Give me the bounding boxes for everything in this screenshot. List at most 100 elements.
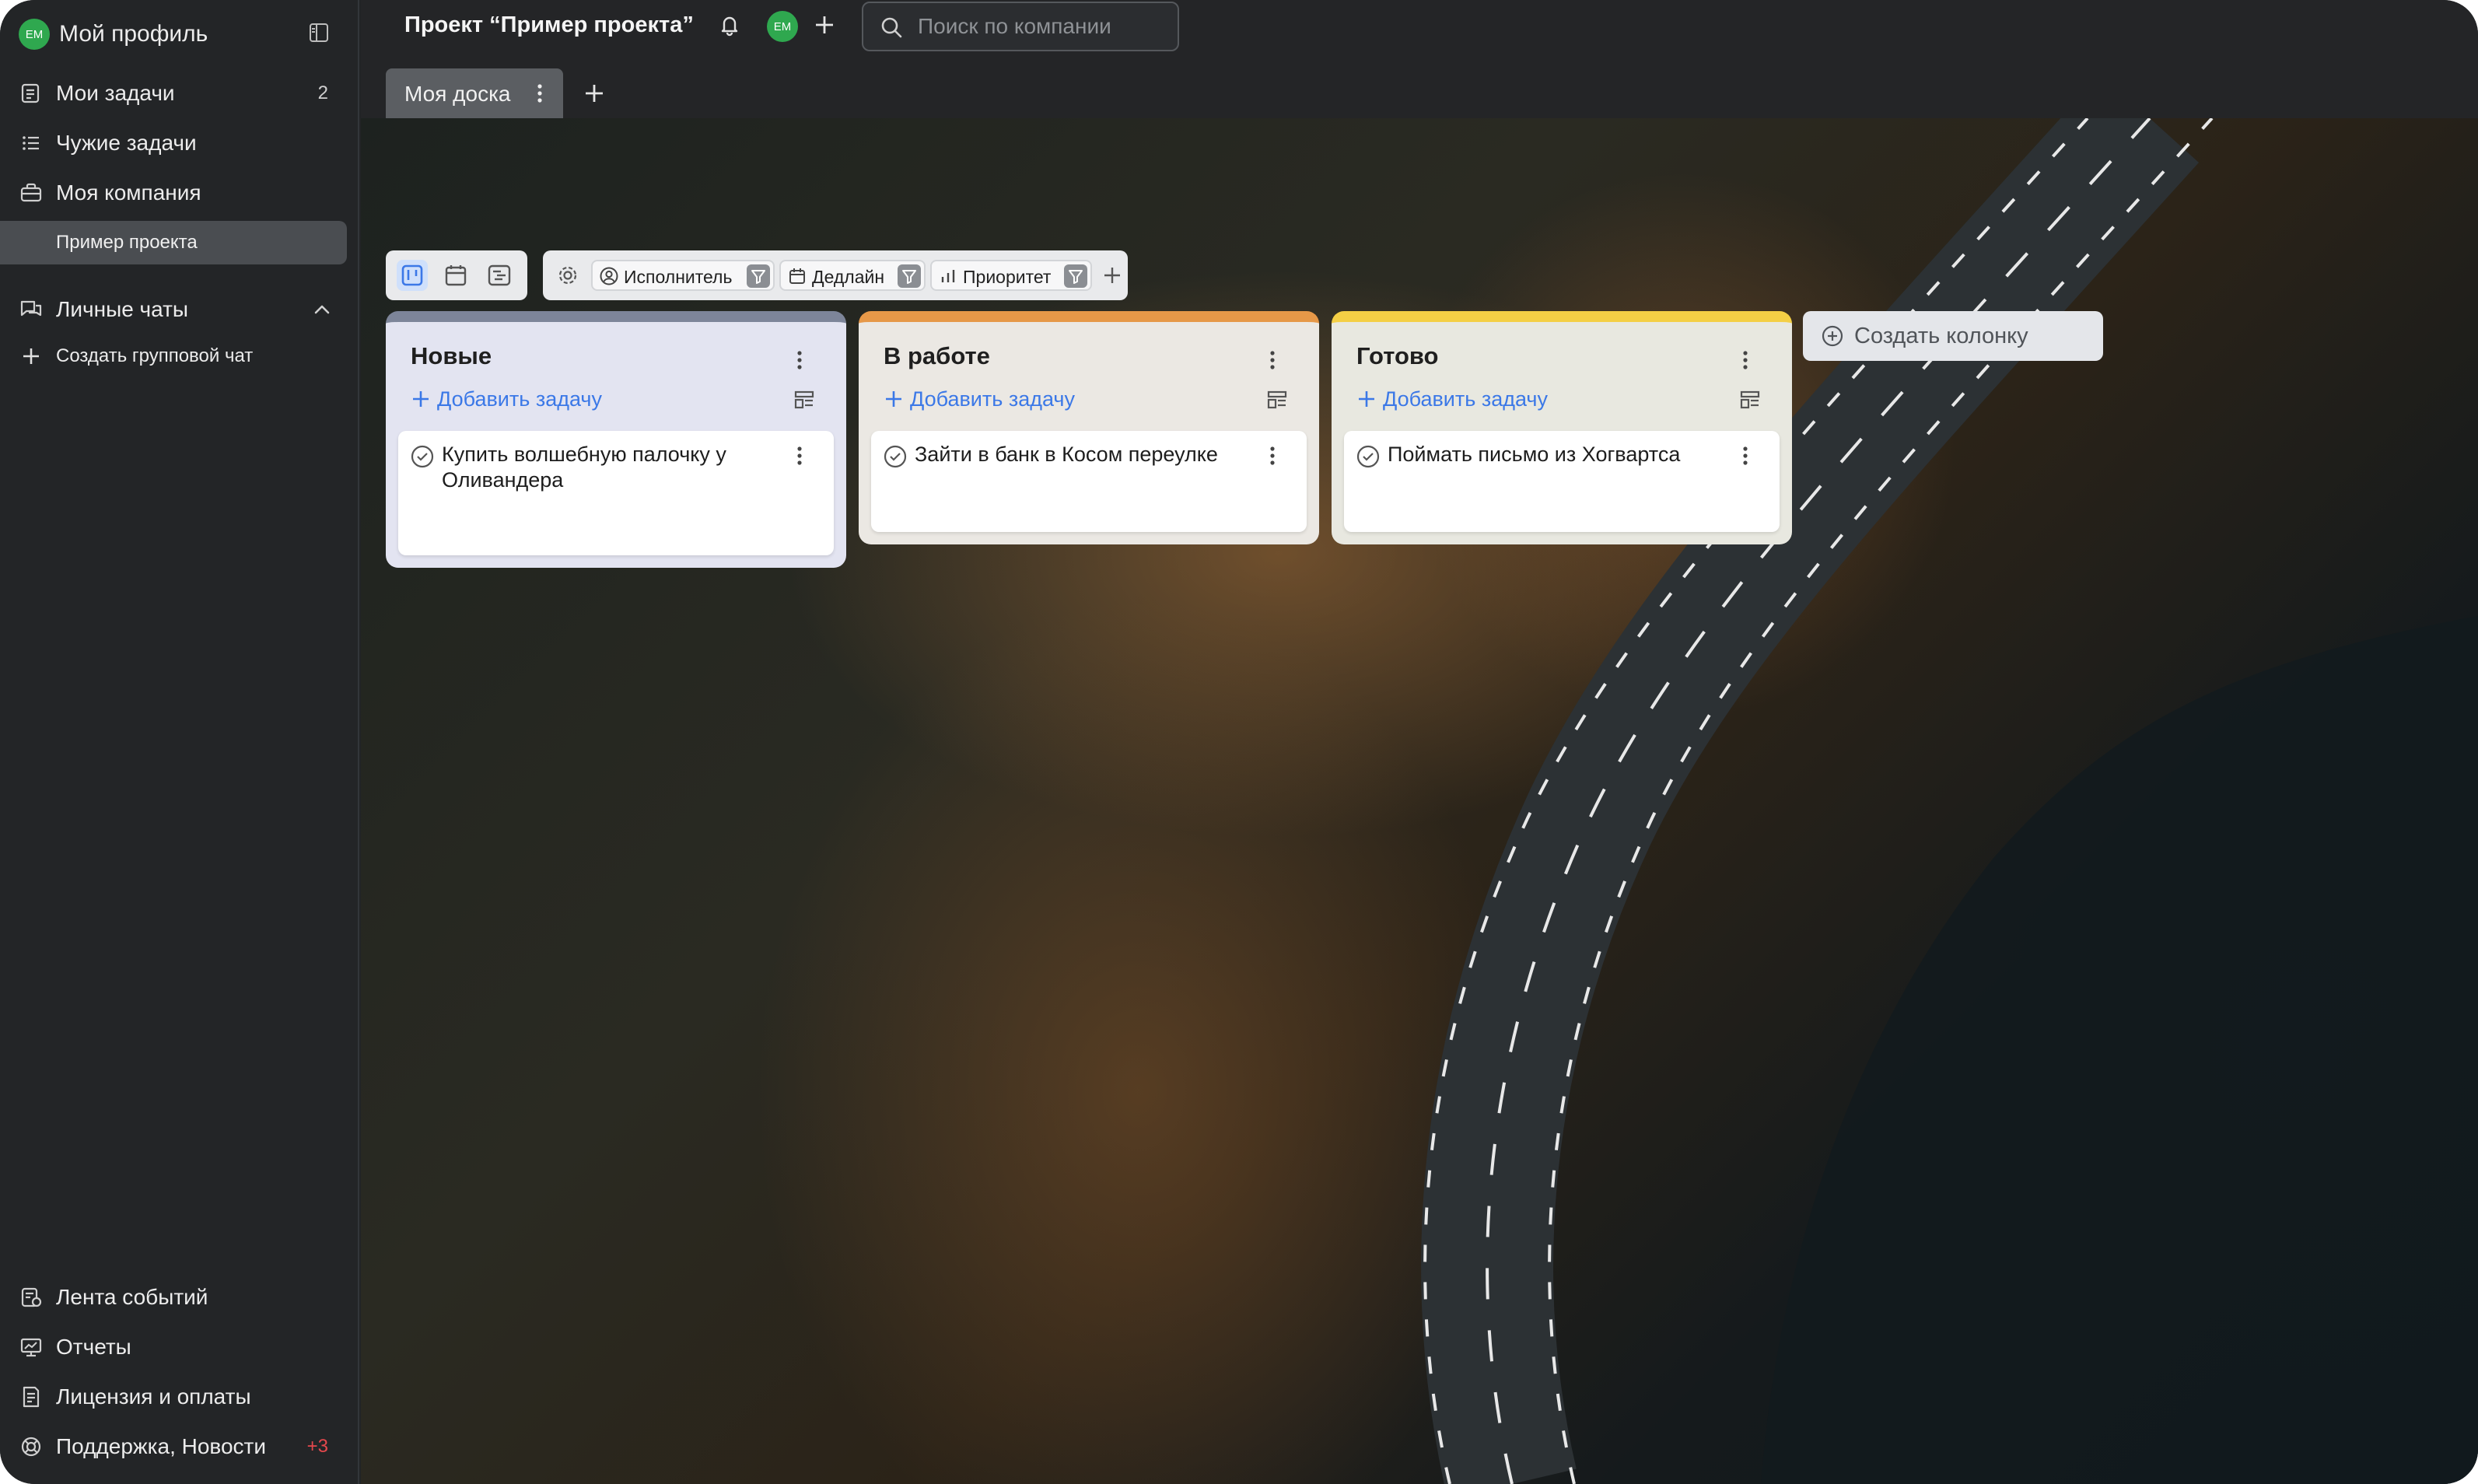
search-box[interactable]: [862, 2, 1179, 51]
chats-icon: [20, 300, 42, 317]
template-icon[interactable]: [793, 389, 815, 411]
page-title: Проект “Пример проекта”: [404, 12, 694, 37]
card-menu-icon[interactable]: [1266, 443, 1279, 468]
plus-icon: [413, 391, 429, 407]
support-icon: [21, 1437, 41, 1457]
board-canvas: Исполнитель Дедлайн Приоритет Новые Доба…: [361, 118, 2478, 1484]
column-new: Новые Добавить задачу Купить волшебную п…: [386, 311, 846, 568]
calendar-icon: [789, 268, 805, 284]
reports-icon: [20, 1338, 42, 1357]
sidebar-item-license[interactable]: Лицензия и оплаты: [0, 1372, 359, 1422]
add-task-button[interactable]: Добавить задачу: [910, 387, 1075, 411]
add-filter-icon[interactable]: [1100, 263, 1125, 288]
chevron-up-icon[interactable]: [310, 297, 334, 322]
list-icon: [23, 136, 39, 150]
avatar: EM: [19, 19, 50, 50]
kanban-icon: [401, 264, 423, 286]
column-menu-icon[interactable]: [1266, 347, 1279, 373]
filter-deadline[interactable]: Дедлайн: [779, 260, 926, 291]
add-task-button[interactable]: Добавить задачу: [437, 387, 602, 411]
template-icon[interactable]: [1266, 389, 1288, 411]
calendar-view-button[interactable]: [440, 260, 471, 291]
task-count-badge: 2: [317, 82, 328, 103]
sidebar-item-label: Поддержка, Новости: [56, 1434, 267, 1458]
member-avatar[interactable]: EM: [767, 11, 798, 42]
main-area: Проект “Пример проекта” EM Моя доска: [361, 0, 2478, 1484]
sidebar: EM Мой профиль Мои задачи 2 Чужие задачи…: [0, 0, 359, 1484]
filter-assignee[interactable]: Исполнитель: [591, 260, 775, 291]
add-tab-icon[interactable]: [580, 79, 608, 107]
create-column-button[interactable]: Создать колонку: [1803, 311, 2103, 361]
briefcase-icon: [20, 183, 42, 202]
bell-icon[interactable]: [717, 12, 742, 37]
search-icon: [881, 17, 902, 38]
create-group-chat-button[interactable]: Создать групповой чат: [0, 331, 359, 381]
sidebar-item-label: Чужие задачи: [56, 131, 197, 155]
task-title: Поймать письмо из Хогвартса: [1388, 443, 1681, 466]
task-card[interactable]: Поймать письмо из Хогвартса: [1344, 431, 1780, 532]
top-bar: Проект “Пример проекта” EM Моя доска: [361, 0, 2478, 118]
check-circle-icon[interactable]: [882, 443, 908, 470]
tab-menu-icon[interactable]: [534, 81, 546, 106]
column-done: Готово Добавить задачу Поймать письмо из…: [1332, 311, 1792, 544]
sidebar-item-personal-chats[interactable]: Личные чаты: [0, 285, 359, 334]
column-menu-icon[interactable]: [793, 347, 806, 373]
tab-my-board[interactable]: Моя доска: [386, 68, 563, 118]
sidebar-item-project[interactable]: Пример проекта: [0, 221, 347, 264]
bars-icon: [941, 270, 955, 282]
column-title: Готово: [1356, 342, 1439, 369]
sidebar-item-support[interactable]: Поддержка, Новости +3: [0, 1422, 359, 1472]
add-task-button[interactable]: Добавить задачу: [1383, 387, 1548, 411]
calendar-icon: [445, 265, 467, 286]
column-menu-icon[interactable]: [1739, 347, 1752, 373]
column-title: Новые: [411, 342, 492, 369]
filter-bar: Исполнитель Дедлайн Приоритет: [543, 250, 1128, 300]
filter-label: Приоритет: [963, 267, 1052, 287]
funnel-icon: [1064, 264, 1087, 288]
card-menu-icon[interactable]: [793, 443, 806, 468]
card-menu-icon[interactable]: [1739, 443, 1752, 468]
sidebar-item-label: Моя компания: [56, 180, 201, 205]
tasks-icon: [21, 83, 40, 103]
check-circle-icon[interactable]: [409, 443, 436, 470]
sidebar-item-label: Создать групповой чат: [56, 345, 254, 366]
search-input[interactable]: [918, 11, 1167, 42]
sidebar-item-label: Лицензия и оплаты: [56, 1384, 251, 1409]
sidebar-item-label: Мои задачи: [56, 81, 175, 105]
funnel-icon: [898, 264, 921, 288]
gantt-icon: [488, 264, 511, 286]
column-title: В работе: [884, 342, 990, 369]
view-switcher: [386, 250, 527, 300]
sidebar-item-event-feed[interactable]: Лента событий: [0, 1272, 359, 1322]
sidebar-item-my-company[interactable]: Моя компания: [0, 168, 359, 218]
task-title: Зайти в банк в Косом переулке: [915, 443, 1218, 466]
news-count-badge: +3: [306, 1436, 328, 1457]
sidebar-item-my-tasks[interactable]: Мои задачи 2: [0, 68, 359, 118]
gantt-view-button[interactable]: [484, 260, 515, 291]
check-circle-icon[interactable]: [1355, 443, 1381, 470]
task-card[interactable]: Зайти в банк в Косом переулке: [871, 431, 1307, 532]
sidebar-item-others-tasks[interactable]: Чужие задачи: [0, 118, 359, 168]
funnel-icon: [747, 264, 770, 288]
license-icon: [23, 1386, 40, 1408]
template-icon[interactable]: [1739, 389, 1761, 411]
filter-label: Дедлайн: [812, 267, 885, 287]
feed-icon: [21, 1287, 42, 1307]
user-icon: [600, 267, 618, 285]
gear-icon[interactable]: [555, 263, 580, 288]
add-member-icon[interactable]: [810, 11, 838, 39]
create-column-label: Создать колонку: [1854, 324, 2028, 348]
column-in-progress: В работе Добавить задачу Зайти в банк в …: [859, 311, 1319, 544]
sidebar-item-reports[interactable]: Отчеты: [0, 1322, 359, 1372]
app-window: EM Мой профиль Мои задачи 2 Чужие задачи…: [0, 0, 2478, 1484]
filter-priority[interactable]: Приоритет: [930, 260, 1092, 291]
profile-link[interactable]: EM Мой профиль: [0, 9, 359, 59]
sidebar-item-label: Лента событий: [56, 1285, 208, 1309]
filter-label: Исполнитель: [624, 267, 733, 287]
task-card[interactable]: Купить волшебную палочку у Оливандера: [398, 431, 834, 555]
sidebar-item-label: Отчеты: [56, 1335, 131, 1359]
sidebar-collapse-icon[interactable]: [308, 22, 330, 44]
kanban-view-button[interactable]: [397, 260, 428, 291]
profile-label: Мой профиль: [59, 21, 208, 47]
plus-icon: [886, 391, 901, 407]
